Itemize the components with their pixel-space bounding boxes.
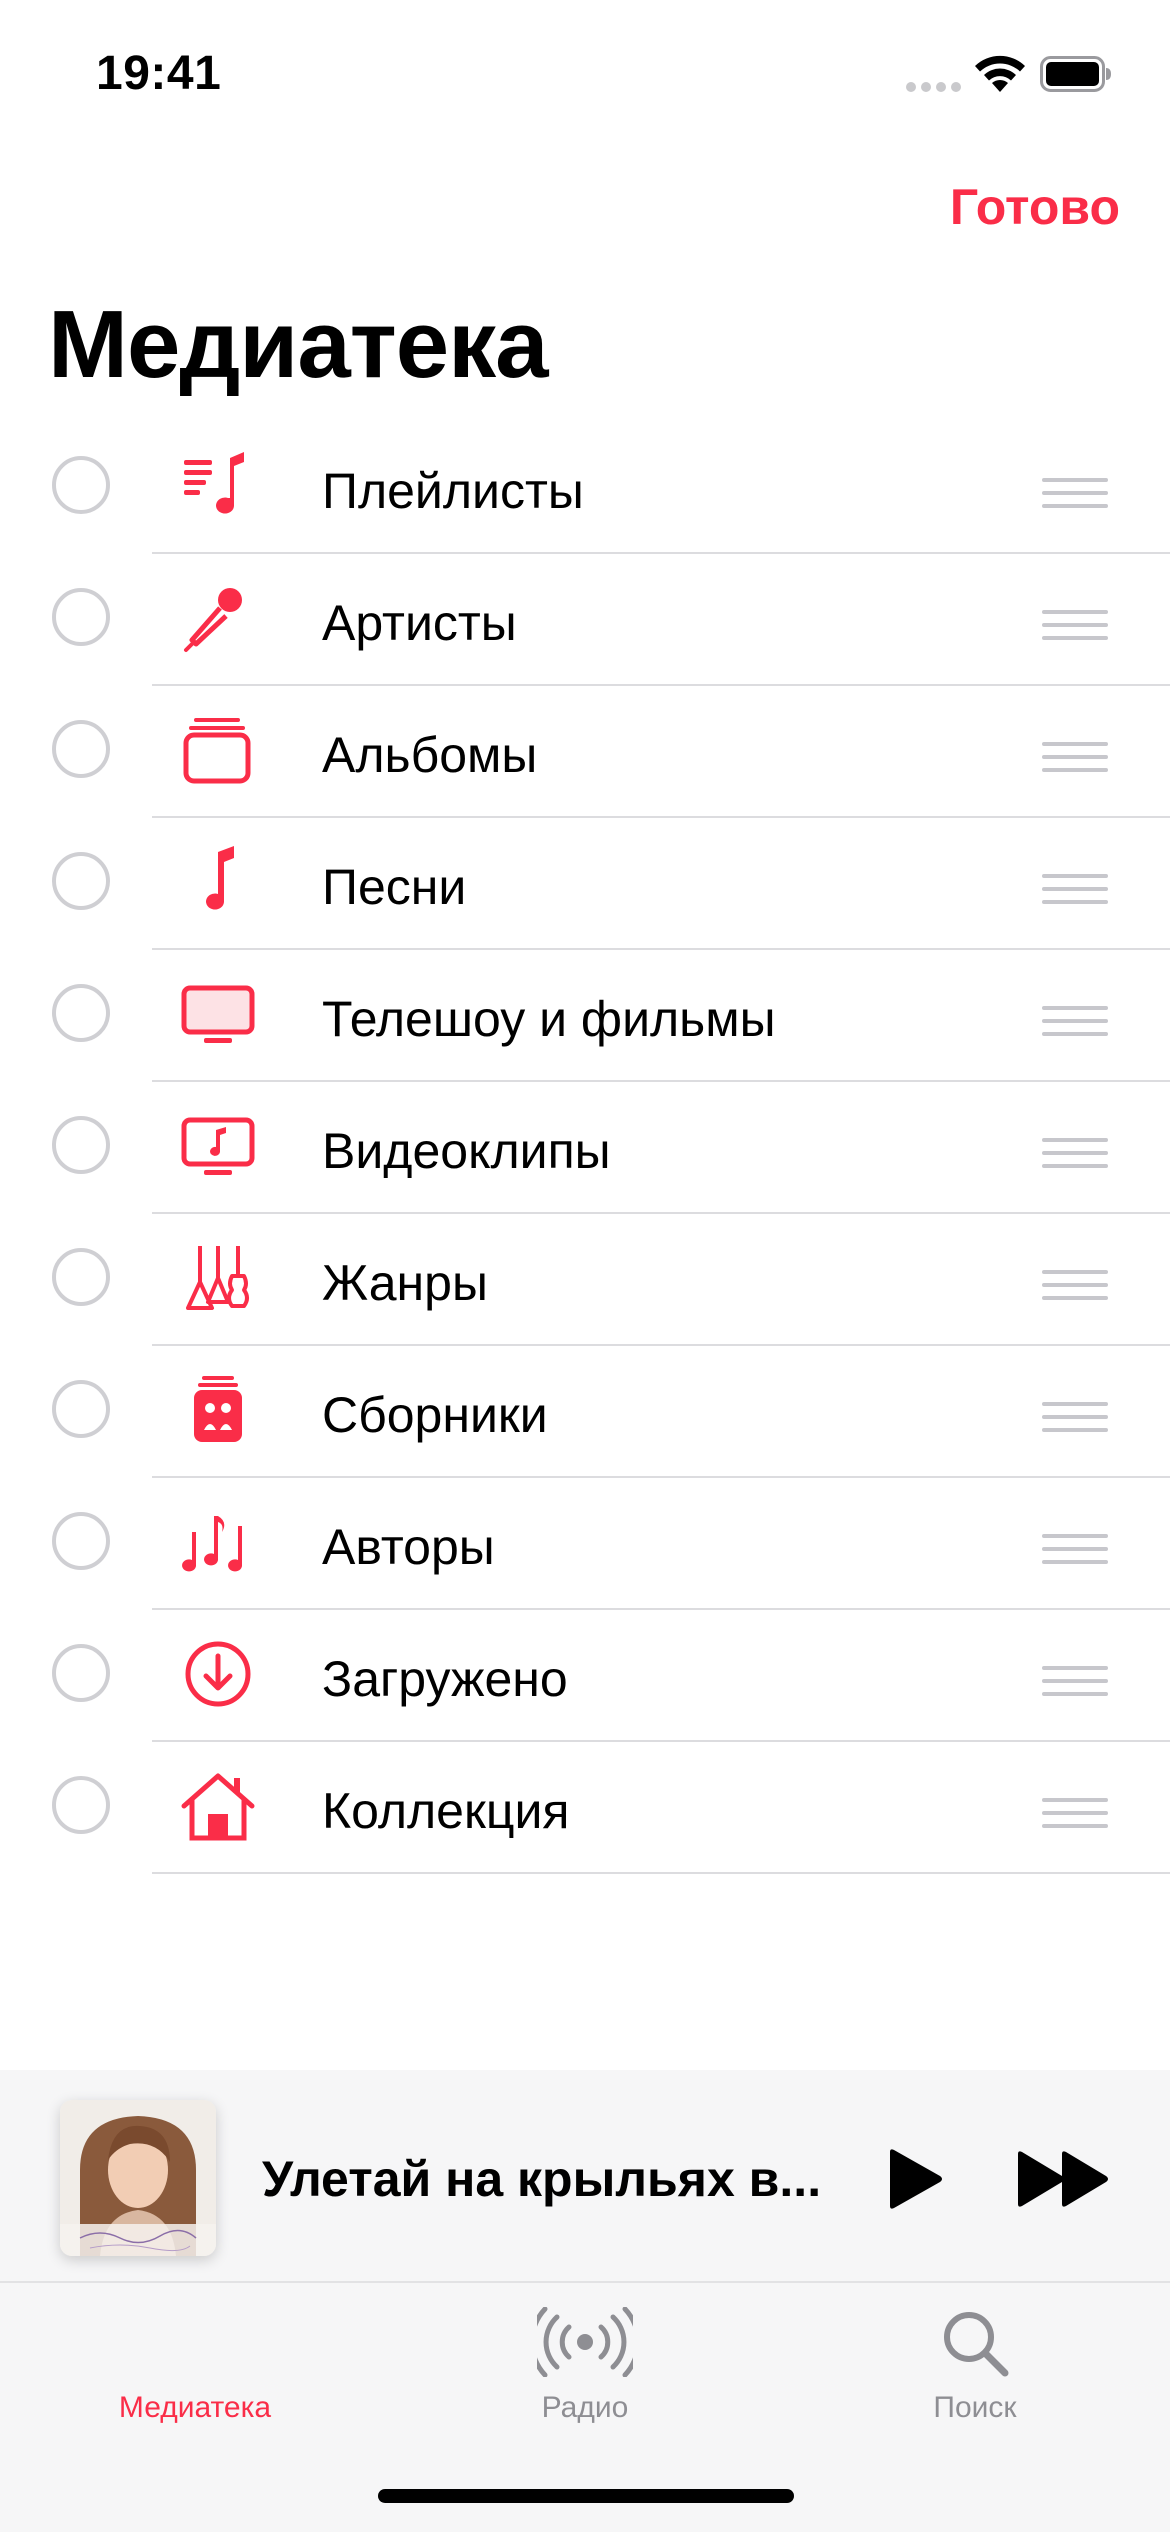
list-item-label: Сборники — [322, 1387, 548, 1443]
tab-label: Поиск — [933, 2391, 1017, 2424]
tab-radio[interactable]: Радио — [390, 2283, 780, 2463]
status-bar: 19:41 — [0, 0, 1170, 150]
list-item-composers[interactable]: Авторы — [0, 1478, 1170, 1610]
list-item-label: Плейлисты — [322, 463, 584, 519]
reorder-handle-icon[interactable] — [1042, 1138, 1108, 1172]
playlist-icon — [178, 450, 258, 522]
list-item-label: Песни — [322, 859, 467, 915]
tab-label: Медиатека — [118, 2391, 272, 2424]
list-item-music-videos[interactable]: Видеоклипы — [0, 1082, 1170, 1214]
microphone-icon — [178, 582, 258, 654]
reorder-handle-icon[interactable] — [1042, 478, 1108, 512]
reorder-handle-icon[interactable] — [1042, 1270, 1108, 1304]
cellular-signal-icon — [906, 82, 962, 92]
reorder-handle-icon[interactable] — [1042, 1798, 1108, 1832]
album-stack-icon — [178, 714, 258, 786]
play-icon[interactable] — [880, 2146, 946, 2212]
reorder-handle-icon[interactable] — [1042, 1006, 1108, 1040]
reorder-handle-icon[interactable] — [1042, 1666, 1108, 1700]
home-indicator — [378, 2489, 794, 2503]
list-item-downloaded[interactable]: Загружено — [0, 1610, 1170, 1742]
reorder-handle-icon[interactable] — [1042, 610, 1108, 644]
list-item-label: Артисты — [322, 595, 517, 651]
reorder-handle-icon[interactable] — [1042, 1534, 1108, 1568]
list-item-compilations[interactable]: Сборники — [0, 1346, 1170, 1478]
tab-search[interactable]: Поиск — [780, 2283, 1170, 2463]
list-item-artists[interactable]: Артисты — [0, 554, 1170, 686]
row-separator — [152, 1872, 1170, 1874]
done-button[interactable]: Готово — [950, 178, 1120, 236]
music-video-icon — [178, 1110, 258, 1182]
list-item-genres[interactable]: Жанры — [0, 1214, 1170, 1346]
select-circle[interactable] — [52, 1380, 110, 1438]
tab-library[interactable]: Медиатека — [0, 2283, 390, 2463]
composer-notes-icon — [178, 1506, 258, 1578]
reorder-handle-icon[interactable] — [1042, 742, 1108, 776]
list-item-label: Авторы — [322, 1519, 495, 1575]
library-icon — [0, 2307, 390, 2387]
list-item-label: Загружено — [322, 1651, 568, 1707]
reorder-handle-icon[interactable] — [1042, 874, 1108, 908]
download-icon — [178, 1638, 258, 1710]
list-item-collection[interactable]: Коллекция — [0, 1742, 1170, 1874]
select-circle[interactable] — [52, 984, 110, 1042]
select-circle[interactable] — [52, 720, 110, 778]
album-artwork[interactable] — [60, 2100, 216, 2256]
select-circle[interactable] — [52, 1248, 110, 1306]
list-item-label: Жанры — [322, 1255, 488, 1311]
tv-icon — [178, 978, 258, 1050]
reorder-handle-icon[interactable] — [1042, 1402, 1108, 1436]
list-item-songs[interactable]: Песни — [0, 818, 1170, 950]
list-item-albums[interactable]: Альбомы — [0, 686, 1170, 818]
guitars-icon — [178, 1242, 258, 1314]
select-circle[interactable] — [52, 1776, 110, 1834]
list-item-playlists[interactable]: Плейлисты — [0, 422, 1170, 554]
status-time: 19:41 — [96, 47, 222, 100]
library-list: Плейлисты Артисты Альбомы Песни Телешоу … — [0, 422, 1170, 1874]
mini-player[interactable]: Улетай на крыльях в... — [0, 2070, 1170, 2282]
select-circle[interactable] — [52, 588, 110, 646]
music-note-icon — [178, 846, 258, 918]
search-icon — [780, 2307, 1170, 2387]
list-item-label: Видеоклипы — [322, 1123, 611, 1179]
select-circle[interactable] — [52, 852, 110, 910]
fast-forward-icon[interactable] — [1014, 2146, 1114, 2212]
select-circle[interactable] — [52, 1116, 110, 1174]
select-circle[interactable] — [52, 1644, 110, 1702]
select-circle[interactable] — [52, 1512, 110, 1570]
battery-icon — [1040, 56, 1111, 92]
now-playing-title[interactable]: Улетай на крыльях в... — [262, 2150, 832, 2208]
radio-icon — [390, 2307, 780, 2387]
list-item-label: Телешоу и фильмы — [322, 991, 776, 1047]
tab-label: Радио — [541, 2391, 629, 2424]
wifi-icon — [975, 55, 1025, 92]
select-circle[interactable] — [52, 456, 110, 514]
compilation-icon — [178, 1374, 258, 1446]
list-item-tv-movies[interactable]: Телешоу и фильмы — [0, 950, 1170, 1082]
list-item-label: Коллекция — [322, 1783, 570, 1839]
list-item-label: Альбомы — [322, 727, 538, 783]
home-icon — [178, 1770, 258, 1842]
page-title: Медиатека — [48, 291, 549, 398]
